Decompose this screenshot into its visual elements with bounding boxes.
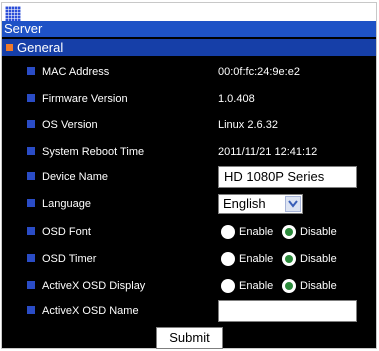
submit-button[interactable]: Submit [156, 327, 223, 349]
bullet-icon [27, 199, 35, 207]
row-activex-osd-display: ActiveX OSD Display Enable Disable [2, 275, 376, 297]
row-mac-address: MAC Address 00:0f:fc:24:9e:e2 [2, 61, 376, 83]
row-os-version: OS Version Linux 2.6.32 [2, 114, 376, 136]
reboot-time-value: 2011/11/21 12:41:12 [218, 146, 318, 158]
bullet-icon [27, 227, 35, 235]
osd-timer-disable-label: Disable [300, 253, 337, 265]
activex-osd-name-input[interactable] [218, 300, 357, 322]
row-osd-font: OSD Font Enable Disable [2, 221, 376, 243]
firmware-version-value: 1.0.408 [218, 93, 255, 105]
server-panel: Server General MAC Address 00:0f:fc:24:9… [1, 2, 377, 349]
mac-address-label: MAC Address [42, 66, 110, 78]
osd-font-enable-radio[interactable] [221, 225, 235, 239]
chevron-down-icon[interactable] [285, 196, 301, 212]
activex-osd-display-enable-radio[interactable] [221, 279, 235, 293]
row-firmware-version: Firmware Version 1.0.408 [2, 88, 376, 110]
bullet-icon [27, 67, 35, 75]
activex-osd-display-enable-label: Enable [239, 280, 274, 292]
activex-osd-name-label: ActiveX OSD Name [42, 305, 139, 317]
language-select[interactable]: English [218, 194, 303, 214]
bullet-icon [27, 172, 35, 180]
row-reboot-time: System Reboot Time 2011/11/21 12:41:12 [2, 141, 376, 163]
activex-osd-display-disable-label: Disable [300, 280, 337, 292]
server-logo-icon [5, 6, 21, 22]
osd-font-disable-radio[interactable] [282, 225, 296, 239]
section-marker-icon [6, 44, 13, 51]
language-label: Language [42, 198, 91, 210]
osd-font-disable-label: Disable [300, 226, 337, 238]
device-name-label: Device Name [42, 171, 109, 183]
os-version-value: Linux 2.6.32 [218, 119, 278, 131]
row-osd-timer: OSD Timer Enable Disable [2, 248, 376, 270]
panel-title: Server [4, 21, 43, 36]
row-language: Language English [2, 193, 376, 215]
osd-timer-label: OSD Timer [42, 253, 97, 265]
activex-osd-display-label: ActiveX OSD Display [42, 280, 146, 292]
bullet-icon [27, 147, 35, 155]
bullet-icon [27, 120, 35, 128]
title-band [2, 21, 376, 37]
osd-timer-enable-label: Enable [239, 253, 274, 265]
reboot-time-label: System Reboot Time [42, 146, 145, 158]
row-device-name: Device Name HD 1080P Series [2, 166, 376, 188]
osd-timer-disable-radio[interactable] [282, 252, 296, 266]
osd-timer-enable-radio[interactable] [221, 252, 235, 266]
osd-font-enable-label: Enable [239, 226, 274, 238]
firmware-version-label: Firmware Version [42, 93, 128, 105]
bullet-icon [27, 94, 35, 102]
bullet-icon [27, 281, 35, 289]
bullet-icon [27, 306, 35, 314]
activex-osd-display-disable-radio[interactable] [282, 279, 296, 293]
bullet-icon [27, 254, 35, 262]
language-selected-value: English [223, 196, 266, 211]
os-version-label: OS Version [42, 119, 98, 131]
section-title: General [17, 40, 64, 55]
row-activex-osd-name: ActiveX OSD Name [2, 300, 376, 322]
mac-address-value: 00:0f:fc:24:9e:e2 [218, 66, 300, 78]
panel-title-bar: Server [2, 3, 376, 37]
device-name-input[interactable]: HD 1080P Series [218, 166, 357, 188]
osd-font-label: OSD Font [42, 226, 91, 238]
